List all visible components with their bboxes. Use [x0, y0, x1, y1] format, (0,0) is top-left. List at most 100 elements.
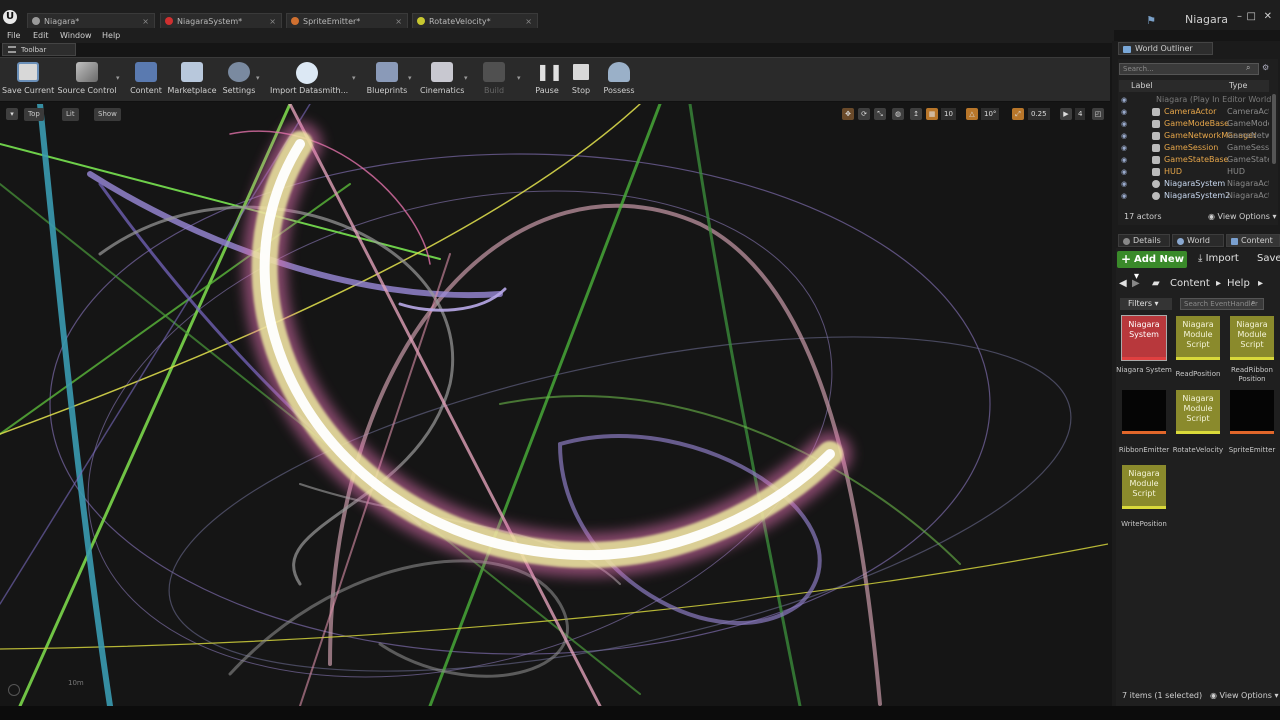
chevron-down-icon[interactable]: ▾	[464, 74, 468, 82]
tab-details[interactable]: Details	[1118, 234, 1170, 247]
tab-world[interactable]: World	[1172, 234, 1224, 247]
column-label[interactable]: Label	[1131, 80, 1153, 92]
maximize-icon[interactable]: □	[1247, 11, 1256, 22]
chevron-down-icon[interactable]: ▾	[116, 74, 120, 82]
import-button[interactable]: ⤓ Import	[1198, 253, 1239, 264]
scale-icon[interactable]: ⤡	[874, 108, 886, 120]
possess-button[interactable]: Possess	[600, 60, 638, 98]
visibility-eye-icon[interactable]: ◉	[1121, 142, 1127, 154]
outliner-row[interactable]: ◉ GameNetworkManager GameNetworkManager	[1119, 130, 1269, 142]
menu-edit[interactable]: Edit	[33, 30, 49, 42]
build-button[interactable]: Build	[476, 60, 512, 98]
visibility-eye-icon[interactable]: ◉	[1121, 190, 1127, 202]
visibility-eye-icon[interactable]: ◉	[1121, 106, 1127, 118]
minimize-icon[interactable]: –	[1237, 11, 1242, 22]
level-viewport[interactable]	[0, 104, 1108, 706]
close-icon[interactable]: ×	[525, 14, 532, 29]
tab-niagara-system[interactable]: NiagaraSystem* ×	[160, 13, 282, 28]
blueprints-button[interactable]: Blueprints	[366, 60, 408, 98]
outliner-row[interactable]: ◉ GameStateBase GameStateBase	[1119, 154, 1269, 166]
outliner-row[interactable]: ◉ CameraActor CameraActor	[1119, 106, 1269, 118]
tab-rotate-velocity[interactable]: RotateVelocity* ×	[412, 13, 538, 28]
close-window-icon[interactable]: ✕	[1264, 11, 1272, 22]
visibility-eye-icon[interactable]: ◉	[1121, 118, 1127, 130]
tab-niagara[interactable]: Niagara* ×	[27, 13, 155, 28]
outliner-scrollbar[interactable]	[1272, 94, 1276, 164]
scale-snap-icon[interactable]: ⤢	[1012, 108, 1024, 120]
toolbar-tab[interactable]: Toolbar	[2, 43, 76, 56]
path-help[interactable]: Help	[1227, 276, 1250, 292]
asset-tile[interactable]: Niagara Module Script	[1176, 390, 1220, 434]
filters-button[interactable]: Filters ▾	[1120, 298, 1172, 310]
menu-window[interactable]: Window	[60, 30, 92, 42]
rotate-icon[interactable]: ⟳	[858, 108, 870, 120]
show-button[interactable]: Show	[94, 108, 121, 121]
asset-tile[interactable]: Niagara Module Script	[1176, 316, 1220, 360]
translate-icon[interactable]: ✥	[842, 108, 854, 120]
settings-button[interactable]: Settings	[220, 60, 258, 98]
settings-icon[interactable]: ⚙	[1262, 63, 1269, 72]
lit-button[interactable]: Lit	[62, 108, 79, 121]
add-new-button[interactable]: + Add New ▾	[1117, 251, 1187, 282]
outliner-row[interactable]: ◉ HUD HUD	[1119, 166, 1269, 178]
save-current-button[interactable]: Save Current	[2, 60, 54, 98]
grid-snap-value[interactable]: 10	[941, 108, 956, 120]
maximize-viewport-icon[interactable]: ◰	[1092, 108, 1104, 120]
chevron-down-icon: ▾	[1271, 691, 1279, 700]
forward-arrow-icon[interactable]: ▶	[1132, 276, 1140, 292]
grid-snap-icon[interactable]: ▦	[926, 108, 938, 120]
tab-sprite-emitter[interactable]: SpriteEmitter* ×	[286, 13, 408, 28]
outliner-row[interactable]: ◉ NiagaraSystem2 NiagaraActor	[1119, 190, 1269, 202]
asset-tile[interactable]: Niagara Module Script	[1230, 316, 1274, 360]
world-icon[interactable]: ◍	[892, 108, 904, 120]
import-datasmith-button[interactable]: Import Datasmith...	[270, 60, 348, 98]
camera-speed-icon[interactable]: ▶	[1060, 108, 1072, 120]
viewport-options-icon[interactable]: ▾	[6, 108, 18, 120]
visibility-eye-icon[interactable]: ◉	[1121, 154, 1127, 166]
visibility-eye-icon[interactable]: ◉	[1121, 166, 1127, 178]
outliner-row[interactable]: ◉ GameModeBase GameModeBase	[1119, 118, 1269, 130]
stop-button[interactable]: Stop	[566, 60, 596, 98]
column-type[interactable]: Type	[1229, 80, 1247, 92]
content-button[interactable]: Content	[128, 60, 164, 98]
pause-button[interactable]: ❚❚ Pause	[532, 60, 563, 98]
visibility-eye-icon[interactable]: ◉	[1121, 130, 1127, 142]
content-view-options[interactable]: ◉ View Options ▾	[1210, 691, 1279, 700]
surface-snap-icon[interactable]: ↥	[910, 108, 922, 120]
source-control-button[interactable]: Source Control	[56, 60, 118, 98]
notification-icon[interactable]: ⚑	[1146, 14, 1156, 27]
asset-tile[interactable]: Niagara System	[1121, 315, 1167, 361]
scale-snap-value[interactable]: 0.25	[1028, 108, 1050, 120]
view-mode-button[interactable]: Top	[24, 108, 44, 121]
chevron-down-icon[interactable]: ▾	[256, 74, 260, 82]
asset-tile[interactable]	[1230, 390, 1274, 434]
visibility-eye-icon[interactable]: ◉	[1121, 178, 1127, 190]
close-icon[interactable]: ×	[142, 14, 149, 29]
chevron-down-icon[interactable]: ▾	[352, 74, 356, 82]
save-all-button[interactable]: Save	[1257, 253, 1280, 264]
asset-tile[interactable]	[1122, 390, 1166, 434]
chevron-down-icon[interactable]: ▾	[408, 74, 412, 82]
tab-world-outliner[interactable]: World Outliner	[1118, 42, 1213, 55]
outliner-row[interactable]: ◉ NiagaraSystem NiagaraActor	[1119, 178, 1269, 190]
outliner-search-input[interactable]: Search...	[1119, 63, 1259, 75]
menu-help[interactable]: Help	[102, 30, 120, 42]
rotation-snap-value[interactable]: 10°	[981, 108, 1000, 120]
outliner-row[interactable]: ◉ Niagara (Play In Editor World)	[1119, 94, 1274, 106]
eye-icon: ◉	[1208, 212, 1218, 221]
tab-content-browser[interactable]: Content	[1226, 234, 1280, 247]
rotation-snap-icon[interactable]: △	[966, 108, 978, 120]
marketplace-button[interactable]: Marketplace	[166, 60, 218, 98]
path-content[interactable]: Content	[1170, 276, 1210, 292]
close-icon[interactable]: ×	[395, 14, 402, 29]
camera-speed-value[interactable]: 4	[1075, 108, 1086, 120]
outliner-row[interactable]: ◉ GameSession GameSession	[1119, 142, 1269, 154]
visibility-eye-icon[interactable]: ◉	[1121, 94, 1127, 106]
chevron-down-icon[interactable]: ▾	[517, 74, 521, 82]
cinematics-button[interactable]: Cinematics	[420, 60, 464, 98]
close-icon[interactable]: ×	[269, 14, 276, 29]
asset-tile[interactable]: Niagara Module Script	[1122, 465, 1166, 509]
menu-file[interactable]: File	[7, 30, 20, 42]
outliner-view-options[interactable]: ◉ View Options ▾	[1208, 212, 1277, 221]
back-arrow-icon[interactable]: ◀	[1119, 276, 1127, 292]
